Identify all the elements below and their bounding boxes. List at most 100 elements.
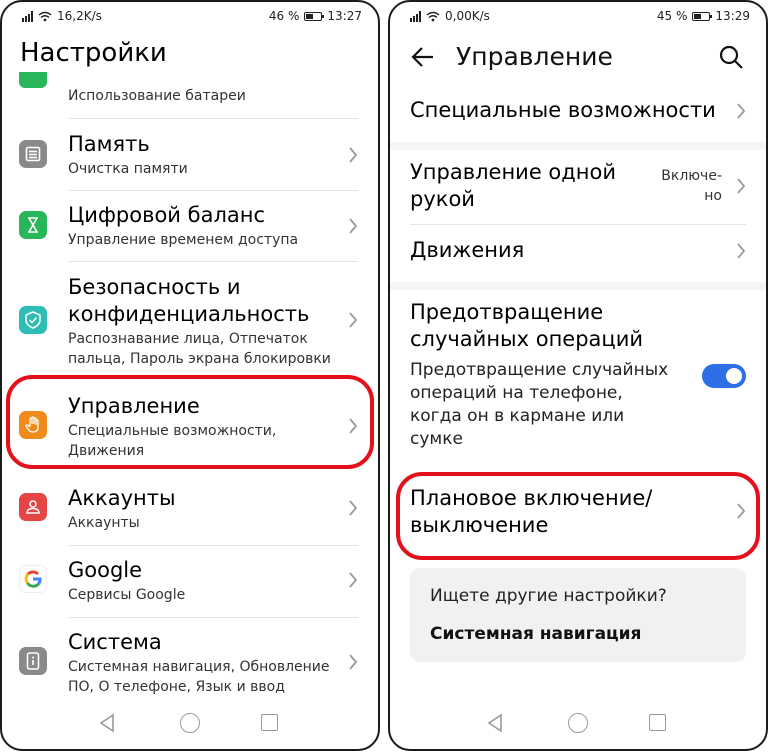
- battery-percent: 46 %: [268, 9, 300, 23]
- item-label: Движения: [410, 238, 525, 262]
- battery-usage-icon: [19, 72, 47, 88]
- item-label: Google: [68, 558, 143, 582]
- chevron-right-icon: [737, 503, 746, 519]
- battery-icon: [304, 11, 325, 21]
- wifi-icon: [38, 11, 52, 21]
- hand-icon: [19, 411, 47, 439]
- nav-recent-icon[interactable]: [649, 714, 666, 731]
- sidebar-item-google[interactable]: Google Сервисы Google: [2, 547, 378, 617]
- divider: [68, 545, 358, 546]
- phone-right: 0,00K/s 45 % 13:29 Управление Специальны…: [388, 0, 768, 751]
- card-question: Ищете другие настройки?: [430, 586, 667, 606]
- item-sub: Движения: [68, 443, 145, 459]
- list-item-scheduled-power[interactable]: Плановое включение/ выключение: [390, 478, 766, 554]
- google-icon: [19, 565, 47, 593]
- section-gap: [390, 282, 766, 290]
- list-item-accessibility[interactable]: Специальные возможности: [390, 86, 766, 138]
- item-sub: Управление временем доступа: [68, 232, 299, 248]
- sidebar-item-control[interactable]: Управление Специальные возможности, Движ…: [2, 382, 378, 464]
- sidebar-item-system[interactable]: Система Системная навигация, Обновление …: [2, 619, 378, 703]
- navigation-bar: [2, 697, 378, 749]
- nav-home-icon[interactable]: [568, 713, 588, 733]
- chevron-right-icon: [737, 178, 746, 194]
- page-title: Настройки: [20, 38, 167, 68]
- item-label: Управление: [68, 394, 200, 418]
- item-desc: сумке: [410, 429, 463, 449]
- item-label: случайных операций: [410, 327, 644, 351]
- item-desc: операций на телефоне,: [410, 383, 623, 403]
- account-icon: [19, 493, 47, 521]
- shield-check-icon: [19, 306, 47, 334]
- item-sub: ПО, О телефоне, Язык и ввод: [68, 679, 285, 695]
- sidebar-item-security[interactable]: Безопасность и конфиденциальность Распоз…: [2, 263, 378, 375]
- memory-icon: [19, 140, 47, 168]
- back-arrow-icon[interactable]: [410, 44, 436, 70]
- list-item-motions[interactable]: Движения: [390, 226, 766, 278]
- status-bar: 0,00K/s 45 % 13:29: [390, 2, 766, 32]
- network-speed: 16,2K/s: [57, 9, 102, 23]
- search-icon[interactable]: [718, 44, 744, 70]
- chevron-right-icon: [349, 218, 358, 234]
- item-sub: пальца, Пароль экрана блокировки: [68, 351, 331, 367]
- network-speed: 0,00K/s: [445, 9, 490, 23]
- item-sub: Системная навигация, Обновление: [68, 659, 330, 675]
- app-header: Управление: [390, 32, 766, 84]
- item-sub: Аккаунты: [68, 515, 140, 531]
- list-item-one-hand[interactable]: Управление одной рукой Включе- но: [390, 152, 766, 224]
- sidebar-item-accounts[interactable]: Аккаунты Аккаунты: [2, 475, 378, 545]
- other-settings-card: Ищете другие настройки? Системная навига…: [410, 568, 746, 662]
- navigation-bar: [390, 697, 766, 749]
- item-label: выключение: [410, 513, 549, 537]
- item-label: Безопасность и: [68, 275, 241, 299]
- item-sub: Специальные возможности,: [68, 423, 277, 439]
- sidebar-item-digital-balance[interactable]: Цифровой баланс Управление временем дост…: [2, 191, 378, 261]
- item-label: Аккаунты: [68, 486, 176, 510]
- nav-back-icon[interactable]: [486, 713, 504, 733]
- list-item-accidental-prevention: Предотвращение случайных операций Предот…: [390, 292, 766, 462]
- chevron-right-icon: [349, 500, 358, 516]
- page-title: Управление: [456, 42, 613, 71]
- item-label: Цифровой баланс: [68, 203, 266, 227]
- chevron-right-icon: [349, 572, 358, 588]
- divider: [68, 617, 358, 618]
- chevron-right-icon: [349, 147, 358, 163]
- accidental-toggle[interactable]: [702, 364, 746, 388]
- section-gap: [390, 142, 766, 150]
- wifi-icon: [426, 11, 440, 21]
- chevron-right-icon: [737, 243, 746, 259]
- item-sub: Распознавание лица, Отпечаток: [68, 331, 308, 347]
- item-label: Управление одной: [410, 160, 617, 184]
- hourglass-icon: [19, 211, 47, 239]
- item-label: рукой: [410, 187, 475, 211]
- system-info-icon: [19, 647, 47, 675]
- item-value: но: [704, 188, 722, 204]
- nav-back-icon[interactable]: [98, 713, 116, 733]
- item-sub: Сервисы Google: [68, 587, 186, 603]
- nav-home-icon[interactable]: [180, 713, 200, 733]
- item-sub: Очистка памяти: [68, 161, 188, 177]
- phone-left: 16,2K/s 46 % 13:27 Настройки Использован…: [0, 0, 380, 751]
- item-desc: когда он в кармане или: [410, 406, 625, 426]
- status-bar: 16,2K/s 46 % 13:27: [2, 2, 378, 32]
- chevron-right-icon: [349, 654, 358, 670]
- system-navigation-link[interactable]: Системная навигация: [430, 624, 641, 644]
- nav-recent-icon[interactable]: [261, 714, 278, 731]
- clock: 13:29: [715, 9, 750, 23]
- battery-percent: 45 %: [656, 9, 688, 23]
- signal-icon: [410, 10, 421, 22]
- chevron-right-icon: [349, 418, 358, 434]
- divider: [68, 261, 358, 262]
- item-label: Память: [68, 132, 150, 156]
- list-item-battery[interactable]: Использование батареи: [2, 72, 378, 112]
- clock: 13:27: [327, 9, 362, 23]
- battery-icon: [692, 11, 713, 21]
- item-value: Включе-: [661, 168, 722, 184]
- item-label: Система: [68, 630, 162, 654]
- chevron-right-icon: [737, 103, 746, 119]
- item-label: конфиденциальность: [68, 302, 310, 326]
- sidebar-item-memory[interactable]: Память Очистка памяти: [2, 120, 378, 190]
- item-sub: Использование батареи: [68, 88, 246, 104]
- item-label: Предотвращение: [410, 300, 604, 324]
- divider: [410, 224, 746, 225]
- divider: [68, 118, 358, 119]
